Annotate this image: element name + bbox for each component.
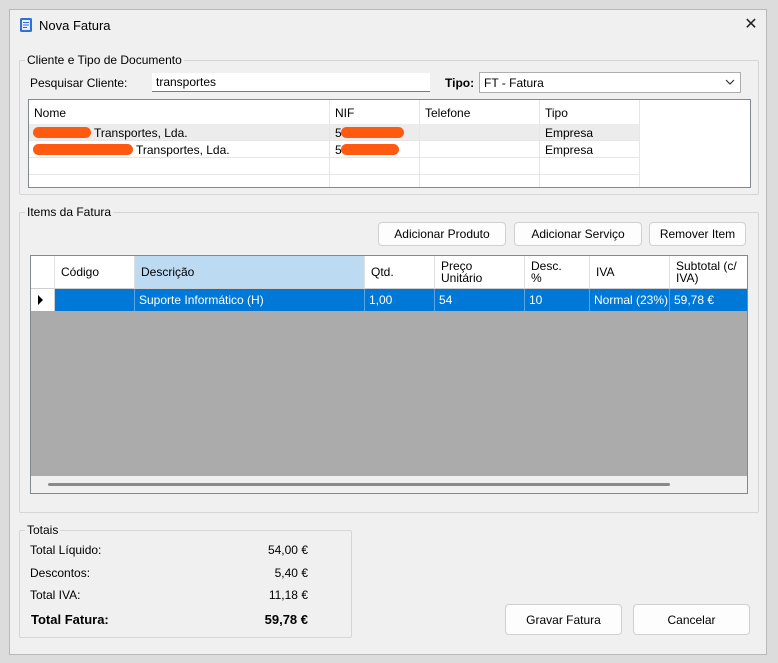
- nova-fatura-window: Nova Fatura ✕ Cliente e Tipo de Document…: [9, 9, 767, 655]
- net-total-label: Total Líquido:: [30, 543, 102, 557]
- search-client-label: Pesquisar Cliente:: [30, 76, 128, 90]
- horizontal-scrollbar[interactable]: [31, 476, 747, 493]
- item-unit-price-cell[interactable]: 54: [435, 289, 525, 311]
- redaction-mark: [341, 144, 399, 155]
- empty-cell: [29, 158, 330, 175]
- discounts-label: Descontos:: [30, 566, 91, 580]
- title-bar: Nova Fatura ✕: [10, 10, 766, 40]
- item-qty-cell[interactable]: 1,00: [365, 289, 435, 311]
- empty-cell: [330, 175, 420, 187]
- column-header-qtd[interactable]: Qtd.: [365, 256, 435, 289]
- client-type-cell: Empresa: [540, 141, 640, 158]
- column-header-iva[interactable]: IVA: [590, 256, 670, 289]
- client-row-empty: [29, 158, 640, 175]
- column-header-subtotal[interactable]: Subtotal (c/ IVA): [670, 256, 747, 289]
- client-type-cell: Empresa: [540, 124, 640, 141]
- net-total-value: 54,00 €: [267, 543, 308, 557]
- add-service-button[interactable]: Adicionar Serviço: [514, 222, 642, 246]
- items-grid-header: Código Descrição Qtd. Preço Unitário Des…: [31, 256, 747, 289]
- invoice-total-label: Total Fatura:: [31, 612, 109, 627]
- client-row[interactable]: Transportes, Lda. 5 Empresa: [29, 141, 640, 158]
- item-description-cell[interactable]: Suporte Informático (H): [135, 289, 365, 311]
- doc-type-label: Tipo:: [445, 76, 475, 90]
- search-client-input[interactable]: [152, 73, 430, 92]
- client-row-empty: [29, 175, 640, 187]
- column-header-descricao[interactable]: Descrição: [135, 256, 365, 289]
- item-discount-cell[interactable]: 10: [525, 289, 590, 311]
- close-icon[interactable]: ✕: [736, 10, 766, 40]
- invoice-app-icon: [20, 18, 32, 32]
- client-name: Transportes, Lda.: [94, 126, 188, 140]
- doc-type-select[interactable]: FT - Fatura: [479, 72, 741, 93]
- scrollbar-thumb[interactable]: [48, 483, 670, 486]
- client-name: Transportes, Lda.: [136, 143, 230, 157]
- item-vat-cell[interactable]: Normal (23%): [590, 289, 670, 311]
- column-header-nif[interactable]: NIF: [330, 100, 420, 124]
- column-header-desconto[interactable]: Desc. %: [525, 256, 590, 289]
- column-header-tipo[interactable]: Tipo: [540, 100, 640, 124]
- client-results-grid[interactable]: Nome NIF Telefone Tipo Transportes, Lda.…: [28, 99, 751, 188]
- vat-total-value: 11,18 €: [268, 588, 308, 602]
- column-header-nome[interactable]: Nome: [29, 100, 330, 124]
- doc-type-value: FT - Fatura: [484, 76, 544, 90]
- item-code-cell[interactable]: [55, 289, 135, 311]
- client-grid-header: Nome NIF Telefone Tipo: [29, 100, 750, 124]
- invoice-total-value: 59,78 €: [264, 612, 308, 627]
- add-product-button[interactable]: Adicionar Produto: [378, 222, 506, 246]
- invoice-item-row[interactable]: Suporte Informático (H) 1,00 54 10 Norma…: [31, 289, 747, 311]
- row-header-corner: [31, 256, 55, 289]
- empty-cell: [29, 175, 330, 187]
- item-subtotal-cell[interactable]: 59,78 €: [670, 289, 747, 311]
- cancel-button[interactable]: Cancelar: [633, 604, 750, 635]
- window-title: Nova Fatura: [39, 18, 111, 33]
- row-pointer-icon: [38, 295, 43, 305]
- row-header[interactable]: [31, 289, 55, 311]
- client-phone-cell: [420, 141, 540, 158]
- redaction-mark: [33, 144, 133, 155]
- column-header-telefone[interactable]: Telefone: [420, 100, 540, 124]
- client-row[interactable]: Transportes, Lda. 5 Empresa: [29, 124, 640, 141]
- totals-group-legend: Totais: [27, 523, 59, 537]
- redaction-mark: [341, 127, 404, 138]
- items-group-legend: Items da Fatura: [27, 205, 112, 219]
- column-header-preco-unitario[interactable]: Preço Unitário: [435, 256, 525, 289]
- save-invoice-button[interactable]: Gravar Fatura: [505, 604, 622, 635]
- empty-cell: [330, 158, 420, 175]
- remove-item-button[interactable]: Remover Item: [649, 222, 746, 246]
- vat-total-label: Total IVA:: [30, 588, 81, 602]
- column-header-codigo[interactable]: Código: [55, 256, 135, 289]
- client-phone-cell: [420, 124, 540, 141]
- empty-cell: [420, 158, 540, 175]
- chevron-down-icon: [725, 79, 735, 85]
- empty-cell: [540, 175, 640, 187]
- client-group-legend: Cliente e Tipo de Documento: [27, 53, 182, 67]
- redaction-mark: [33, 127, 91, 138]
- invoice-items-grid[interactable]: Código Descrição Qtd. Preço Unitário Des…: [30, 255, 748, 494]
- discounts-value: 5,40 €: [274, 566, 308, 580]
- empty-cell: [420, 175, 540, 187]
- empty-cell: [540, 158, 640, 175]
